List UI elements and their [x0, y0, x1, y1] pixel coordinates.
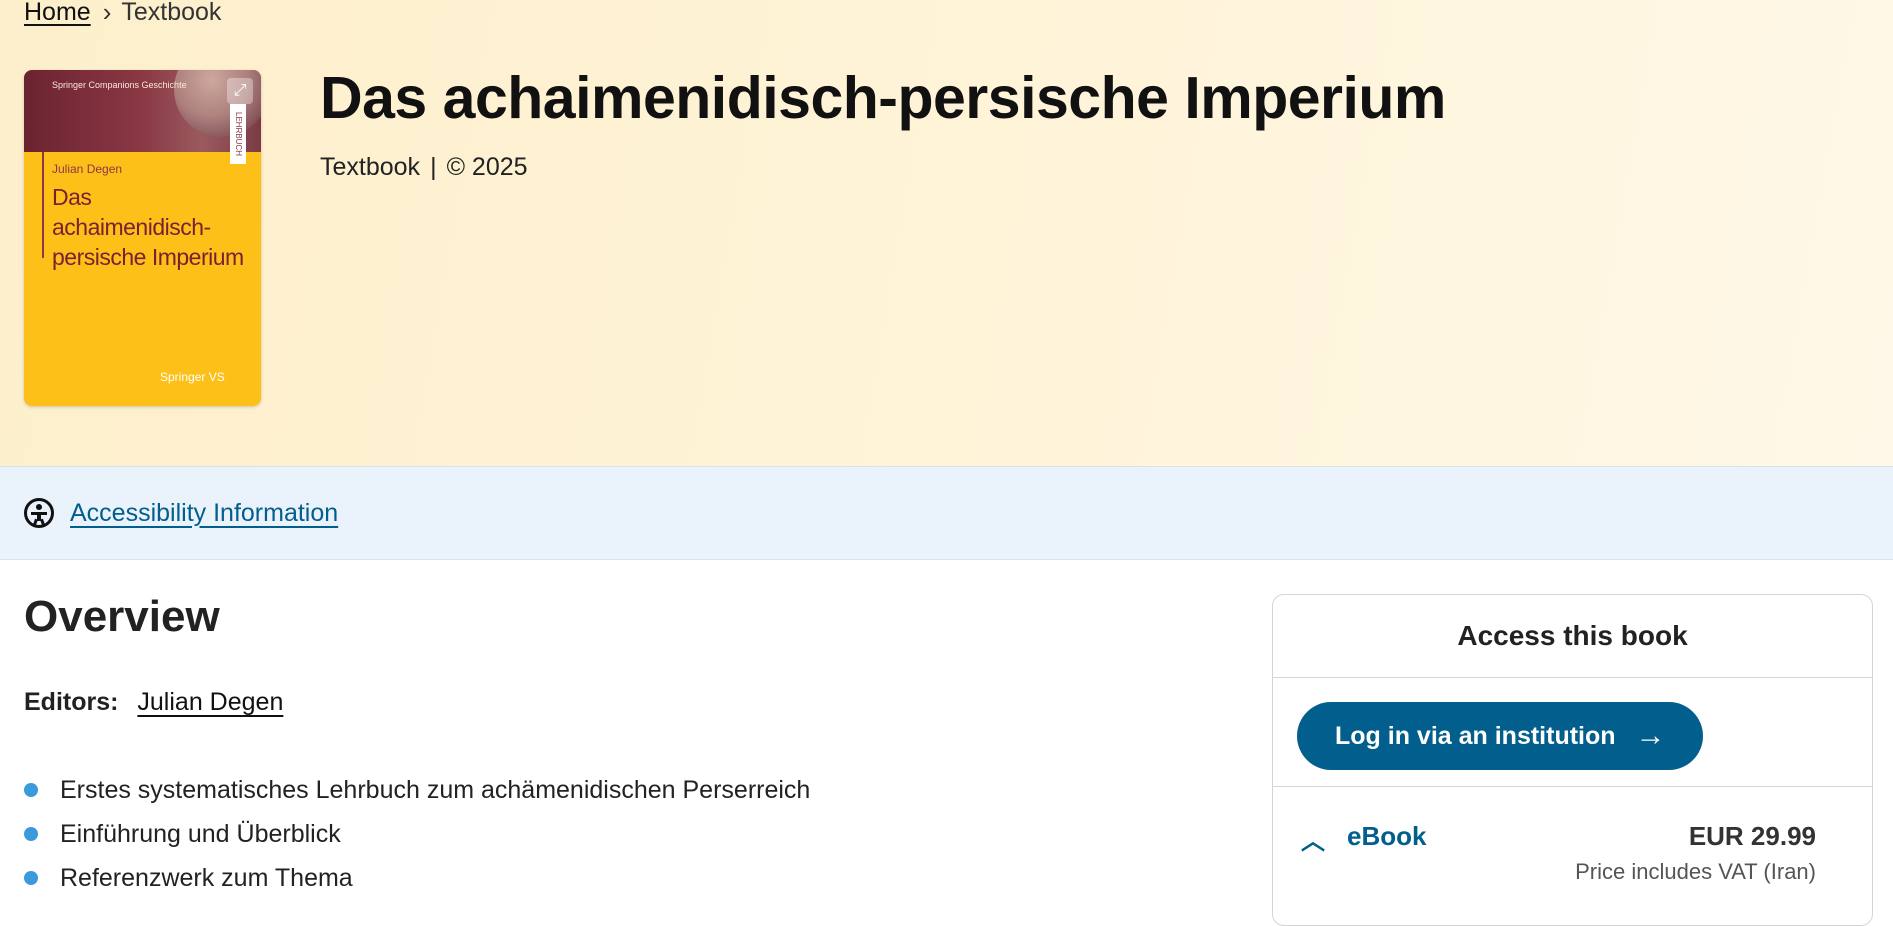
bullet-dot-icon [24, 783, 38, 797]
bullet-dot-icon [24, 827, 38, 841]
breadcrumb-home-link[interactable]: Home [24, 0, 91, 27]
breadcrumb: Home › Textbook [24, 0, 221, 28]
access-panel-title: Access this book [1273, 595, 1872, 678]
page-title: Das achaimenidisch-persische Imperium [320, 65, 1446, 131]
editors-line: Editors: Julian Degen [24, 688, 283, 717]
list-item: Einführung und Überblick [24, 812, 810, 856]
vat-note: Price includes VAT (Iran) [1575, 859, 1816, 884]
login-button-label: Log in via an institution [1335, 721, 1616, 750]
cover-author: Julian Degen [52, 162, 123, 176]
chevron-up-icon[interactable]: ︿ [1301, 821, 1325, 856]
list-item-text: Einführung und Überblick [60, 819, 341, 848]
cover-tag-label: LEHRBUCH [230, 104, 246, 164]
hero-section: Home › Textbook Springer Companions Gesc… [0, 0, 1893, 466]
feature-list: Erstes systematisches Lehrbuch zum achäm… [24, 768, 810, 900]
login-section: Log in via an institution → [1273, 678, 1872, 787]
expand-icon[interactable]: ⤢ [227, 78, 253, 104]
ebook-price: EUR 29.99 [1688, 821, 1816, 851]
chevron-right-icon: › [102, 0, 112, 27]
access-panel: Access this book Log in via an instituti… [1272, 594, 1873, 926]
bullet-dot-icon [24, 871, 38, 885]
editor-name-link[interactable]: Julian Degen [137, 688, 283, 716]
cover-title: Das achaimenidisch-persische Imperium [52, 184, 244, 270]
editors-label: Editors: [24, 688, 119, 716]
accessibility-bar: Accessibility Information [0, 466, 1893, 560]
accessibility-icon [24, 498, 54, 528]
list-item: Erstes systematisches Lehrbuch zum achäm… [24, 768, 810, 812]
book-cover-image[interactable]: Springer Companions Geschichte ⤢ LEHRBUC… [24, 70, 261, 406]
arrow-right-icon: → [1635, 719, 1666, 752]
list-item: Referenzwerk zum Thema [24, 856, 810, 900]
list-item-text: Erstes systematisches Lehrbuch zum achäm… [60, 775, 811, 804]
book-meta: Textbook | © 2025 [320, 153, 528, 182]
book-type: Textbook [320, 153, 421, 181]
book-copyright: © 2025 [446, 153, 528, 181]
cover-accent-line [42, 152, 44, 258]
cover-series-label: Springer Companions Geschichte [52, 80, 187, 90]
list-item-text: Referenzwerk zum Thema [60, 863, 353, 892]
meta-divider: | [430, 153, 437, 181]
ebook-option[interactable]: ︿ eBook EUR 29.99 Price includes VAT (Ir… [1273, 787, 1872, 907]
breadcrumb-current: Textbook [121, 0, 222, 26]
ebook-label[interactable]: eBook [1347, 821, 1426, 852]
accessibility-information-link[interactable]: Accessibility Information [70, 499, 338, 528]
cover-publisher-logo: Springer VS [160, 370, 225, 384]
overview-heading: Overview [24, 592, 220, 641]
institution-login-button[interactable]: Log in via an institution → [1297, 702, 1703, 770]
